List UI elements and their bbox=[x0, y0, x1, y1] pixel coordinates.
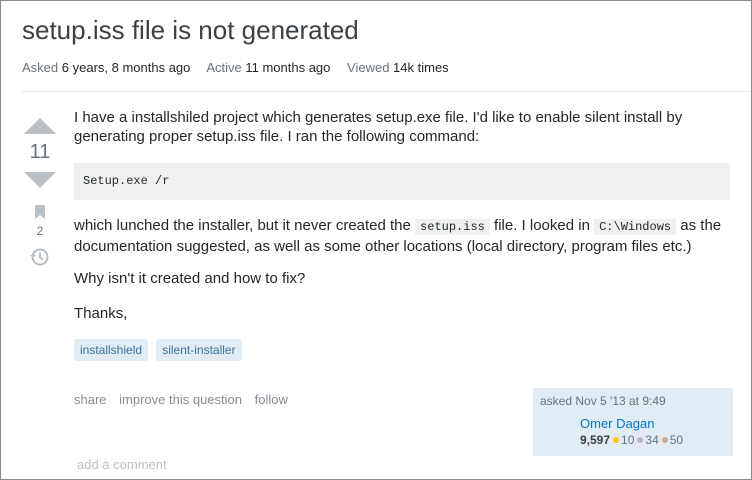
viewed-value: 14k times bbox=[393, 60, 449, 75]
owner-card: asked Nov 5 '13 at 9:49 Omer Dagan 9,597… bbox=[533, 388, 733, 456]
code-block: Setup.exe /r bbox=[74, 163, 730, 200]
inline-code-setup-iss: setup.iss bbox=[415, 219, 490, 235]
active-label: Active bbox=[206, 60, 242, 75]
viewed-label: Viewed bbox=[347, 60, 390, 75]
history-icon[interactable] bbox=[29, 246, 51, 268]
owner-name[interactable]: Omer Dagan bbox=[580, 416, 654, 431]
improve-question-link[interactable]: improve this question bbox=[119, 392, 242, 407]
tag-installshield[interactable]: installshield bbox=[74, 339, 149, 361]
body-paragraph-3: Why isn't it created and how to fix? bbox=[74, 270, 306, 287]
tag-silent-installer[interactable]: silent-installer bbox=[156, 339, 242, 361]
silver-badge-count: 34 bbox=[645, 433, 659, 447]
body-paragraph-2: which lunched the installer, but it neve… bbox=[74, 216, 734, 256]
downvote-icon[interactable] bbox=[24, 172, 56, 188]
owner-reputation-row: 9,597 10 34 50 bbox=[580, 433, 683, 447]
asked-date[interactable]: asked Nov 5 '13 at 9:49 bbox=[540, 394, 726, 408]
p2-text-b: file. I looked in bbox=[489, 217, 595, 234]
vote-count: 11 bbox=[29, 141, 51, 163]
follow-link[interactable]: follow bbox=[255, 392, 288, 407]
silver-badge-icon bbox=[637, 437, 644, 444]
upvote-icon[interactable] bbox=[24, 118, 56, 134]
tag-list: installshield silent-installer bbox=[74, 339, 246, 361]
gold-badge-icon bbox=[613, 437, 620, 444]
active-value[interactable]: 11 months ago bbox=[245, 60, 330, 75]
vote-cell: 11 2 bbox=[23, 118, 57, 268]
question-title[interactable]: setup.iss file is not generated bbox=[22, 15, 359, 46]
asked-label: Asked bbox=[22, 60, 59, 75]
inline-code-windows: C:\Windows bbox=[594, 219, 677, 235]
favorite-count: 2 bbox=[36, 224, 44, 238]
p2-text-a: which lunched the installer, but it neve… bbox=[74, 217, 416, 234]
bronze-badge-count: 50 bbox=[669, 433, 684, 447]
bronze-badge-icon bbox=[661, 437, 668, 444]
bookmark-icon[interactable] bbox=[33, 204, 47, 220]
header-divider bbox=[22, 91, 751, 92]
post-actions: share improve this question follow bbox=[74, 392, 297, 407]
share-link[interactable]: share bbox=[74, 392, 107, 407]
reputation-score: 9,597 bbox=[580, 433, 611, 447]
body-paragraph-1: I have a installshiled project which gen… bbox=[74, 109, 683, 145]
gold-badge-count: 10 bbox=[621, 433, 635, 447]
asked-value: 6 years, 8 months ago bbox=[61, 60, 191, 75]
question-meta: Asked 6 years, 8 months ago Active 11 mo… bbox=[22, 60, 462, 75]
add-comment-link[interactable]: add a comment bbox=[77, 457, 167, 472]
body-paragraph-4: Thanks, bbox=[74, 305, 128, 322]
